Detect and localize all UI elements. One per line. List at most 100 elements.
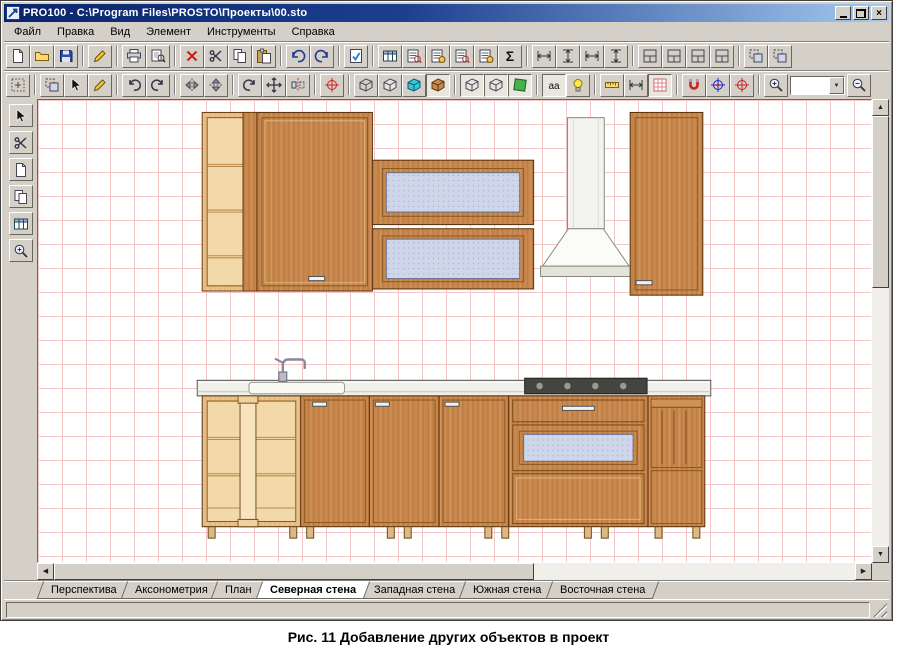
base-open-cabinet[interactable] (201, 395, 302, 528)
faucet[interactable] (274, 357, 306, 382)
title-bar[interactable]: PRO100 - C:\Program Files\PROSTO\Проекты… (4, 4, 889, 22)
arrange-top-button[interactable] (686, 44, 710, 68)
view-tab-axonometry[interactable]: Аксонометрия (120, 581, 222, 599)
view-tab-north-wall[interactable]: Северная стена (255, 581, 371, 599)
close-button[interactable]: × (871, 6, 887, 20)
move-button[interactable] (262, 73, 286, 97)
scroll-right-button[interactable]: ▶ (855, 563, 872, 580)
section-tool-button[interactable] (8, 131, 33, 154)
edit-tool-button[interactable] (88, 73, 112, 97)
upper-glass-cabinet-top[interactable] (371, 159, 535, 226)
report-preview-button[interactable] (402, 44, 426, 68)
scroll-left-button[interactable]: ◀ (37, 563, 54, 580)
menu-item-view[interactable]: Вид (102, 24, 138, 40)
rotate-button[interactable] (238, 73, 262, 97)
base-door-1[interactable] (300, 395, 370, 528)
menu-item-element[interactable]: Элемент (138, 24, 199, 40)
insert-element-button[interactable] (40, 73, 64, 97)
dimension-height-button[interactable] (556, 44, 580, 68)
zoom-out-button[interactable] (847, 73, 871, 97)
view-tab-south-wall[interactable]: Южная стена (459, 581, 557, 599)
dimensions-button[interactable] (624, 73, 648, 97)
paste-button[interactable] (252, 44, 276, 68)
view-texture-button[interactable] (426, 73, 450, 97)
mirror-button[interactable] (286, 73, 310, 97)
ungroup-button[interactable] (768, 44, 792, 68)
summary-button[interactable] (498, 44, 522, 68)
arrange-right-button[interactable] (662, 44, 686, 68)
grid-button[interactable] (648, 73, 672, 97)
price-list-button[interactable] (426, 44, 450, 68)
show-surface-button[interactable] (508, 73, 532, 97)
measure-button[interactable] (600, 73, 624, 97)
magnet-button[interactable] (682, 73, 706, 97)
base-right-cabinet[interactable] (647, 395, 706, 528)
horizontal-scroll-thumb[interactable] (54, 563, 534, 580)
light-button[interactable] (566, 73, 590, 97)
rotate-left-button[interactable] (122, 73, 146, 97)
snap-point-button[interactable] (730, 73, 754, 97)
properties-button[interactable] (88, 44, 112, 68)
menu-item-file[interactable]: Файл (6, 24, 49, 40)
drawer-unit[interactable] (508, 395, 649, 528)
resize-grip-icon[interactable] (873, 602, 887, 617)
design-canvas[interactable] (37, 99, 872, 563)
snap-center-button[interactable] (706, 73, 730, 97)
view-wireframe-button[interactable] (354, 73, 378, 97)
upper-glass-cabinet-bottom[interactable] (371, 228, 535, 290)
minimize-button[interactable] (835, 6, 851, 20)
horizontal-scrollbar[interactable]: ◀ ▶ (37, 563, 872, 580)
materials-list-button[interactable] (474, 44, 498, 68)
text-labels-button[interactable] (542, 73, 566, 97)
sheet-tool-button[interactable] (8, 158, 33, 181)
select-tool-button[interactable] (64, 73, 88, 97)
upper-door-cabinet[interactable] (256, 111, 373, 292)
cut-button[interactable] (204, 44, 228, 68)
menu-item-edit[interactable]: Правка (49, 24, 102, 40)
open-button[interactable] (30, 44, 54, 68)
arrange-bottom-button[interactable] (710, 44, 734, 68)
range-hood[interactable] (540, 117, 632, 278)
save-button[interactable] (54, 44, 78, 68)
print-button[interactable] (122, 44, 146, 68)
undo-button[interactable] (286, 44, 310, 68)
upper-open-cabinet[interactable] (201, 111, 258, 292)
zoom-level-box[interactable]: ▼ (790, 75, 845, 95)
report-button[interactable] (378, 44, 402, 68)
vertical-scroll-thumb[interactable] (872, 116, 889, 288)
show-contours-button[interactable] (460, 73, 484, 97)
center-point-button[interactable] (320, 73, 344, 97)
show-edges-button[interactable] (484, 73, 508, 97)
zoom-area-tool-button[interactable] (8, 239, 33, 262)
dimension-depth-button[interactable] (580, 44, 604, 68)
element-properties-button[interactable] (344, 44, 368, 68)
copy-button[interactable] (228, 44, 252, 68)
redo-button[interactable] (310, 44, 334, 68)
flip-vertical-button[interactable] (204, 73, 228, 97)
duplicate-tool-button[interactable] (8, 185, 33, 208)
view-tab-west-wall[interactable]: Западная стена (359, 581, 470, 599)
sink[interactable] (248, 381, 346, 395)
restore-button[interactable] (853, 6, 869, 20)
vertical-scrollbar[interactable]: ▲ ▼ (872, 99, 889, 563)
menu-item-help[interactable]: Справка (284, 24, 343, 40)
zoom-in-button[interactable] (764, 73, 788, 97)
view-color-button[interactable] (402, 73, 426, 97)
snap-grid-button[interactable] (6, 73, 30, 97)
print-preview-button[interactable] (146, 44, 170, 68)
layout-tool-button[interactable] (8, 212, 33, 235)
arrange-left-button[interactable] (638, 44, 662, 68)
zoom-dropdown-arrow-icon[interactable]: ▼ (829, 76, 844, 94)
dimension-width-button[interactable] (532, 44, 556, 68)
flip-horizontal-button[interactable] (180, 73, 204, 97)
group-button[interactable] (744, 44, 768, 68)
view-tab-perspective[interactable]: Перспектива (36, 581, 131, 599)
zoom-level-input[interactable] (791, 76, 829, 94)
scroll-up-button[interactable]: ▲ (872, 99, 889, 116)
delete-button[interactable] (180, 44, 204, 68)
view-tab-east-wall[interactable]: Восточная стена (545, 581, 660, 599)
upper-right-cabinet[interactable] (629, 111, 704, 296)
cutting-list-button[interactable] (450, 44, 474, 68)
menu-item-tools[interactable]: Инструменты (199, 24, 284, 40)
dimension-auto-button[interactable] (604, 44, 628, 68)
